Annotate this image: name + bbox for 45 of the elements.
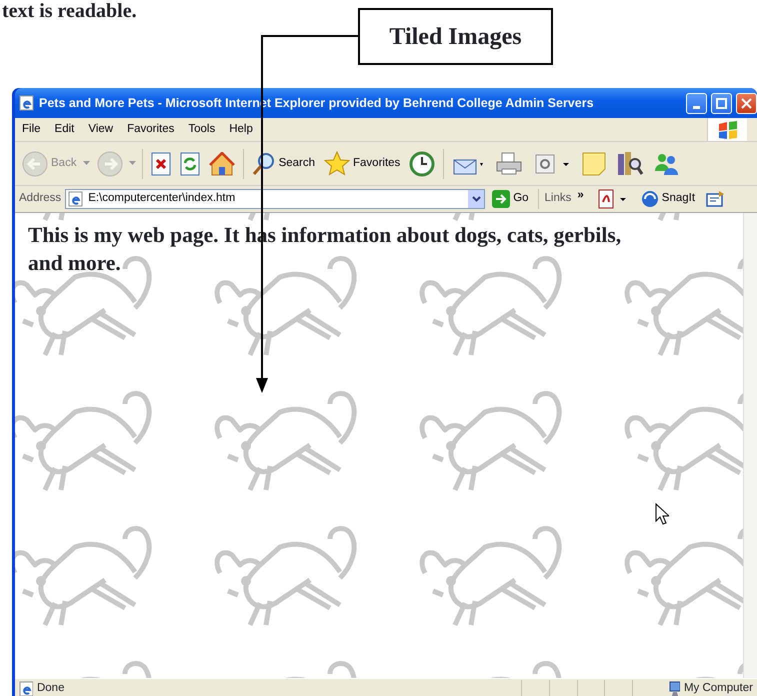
- menu-item[interactable]: Tools: [181, 120, 222, 138]
- caret-icon[interactable]: [128, 160, 137, 166]
- search-icon: [252, 152, 276, 176]
- snagit-button[interactable]: SnagIt: [638, 188, 698, 210]
- stop-icon[interactable]: [150, 152, 171, 176]
- document-text: text is readable.: [2, 0, 137, 22]
- computer-icon: [668, 680, 680, 696]
- home-icon[interactable]: [208, 152, 235, 176]
- minimize-button[interactable]: [686, 92, 707, 114]
- window-capture-icon[interactable]: [706, 190, 726, 208]
- browser-page-icon: [19, 680, 33, 696]
- browser-page-icon: [68, 191, 84, 207]
- status-text: Done: [36, 680, 66, 696]
- refresh-icon[interactable]: [180, 152, 200, 176]
- printer-icon[interactable]: [495, 152, 524, 176]
- books-magnifier-icon[interactable]: [616, 150, 644, 176]
- mouse-pointer-icon: [655, 503, 669, 525]
- search-button[interactable]: Search: [248, 150, 318, 178]
- maximize-icon: [716, 98, 727, 108]
- browser-page-icon: [19, 95, 35, 111]
- arrow-right-icon: [492, 190, 510, 208]
- swirl-icon: [640, 190, 659, 208]
- scrollbar[interactable]: [743, 213, 757, 678]
- caret-icon[interactable]: [82, 160, 91, 166]
- dropdown-button[interactable]: [468, 190, 484, 208]
- address-field[interactable]: E:\computercenter\index.htm: [65, 189, 486, 209]
- security-zone-text: My Computer: [684, 680, 753, 696]
- links-label[interactable]: Links: [544, 190, 572, 208]
- more-chevron[interactable]: »: [577, 187, 584, 205]
- menu-item[interactable]: Edit: [48, 120, 82, 138]
- menu-item[interactable]: View: [81, 120, 120, 138]
- favorites-button[interactable]: Favorites: [321, 149, 404, 178]
- star-icon: [324, 151, 350, 176]
- close-button[interactable]: [736, 92, 757, 114]
- callout-label: Tiled Images: [358, 8, 553, 65]
- go-button[interactable]: Go: [489, 188, 532, 210]
- close-icon: [741, 98, 752, 108]
- chevron-down-icon: [472, 196, 481, 202]
- menu-item[interactable]: Favorites: [120, 120, 182, 138]
- menu-item[interactable]: File: [15, 120, 48, 138]
- maximize-button[interactable]: [711, 92, 732, 114]
- menu-item[interactable]: Help: [222, 120, 260, 138]
- clock-icon[interactable]: [409, 150, 436, 176]
- address-label: Address: [19, 191, 62, 206]
- minimize-icon: [693, 106, 700, 108]
